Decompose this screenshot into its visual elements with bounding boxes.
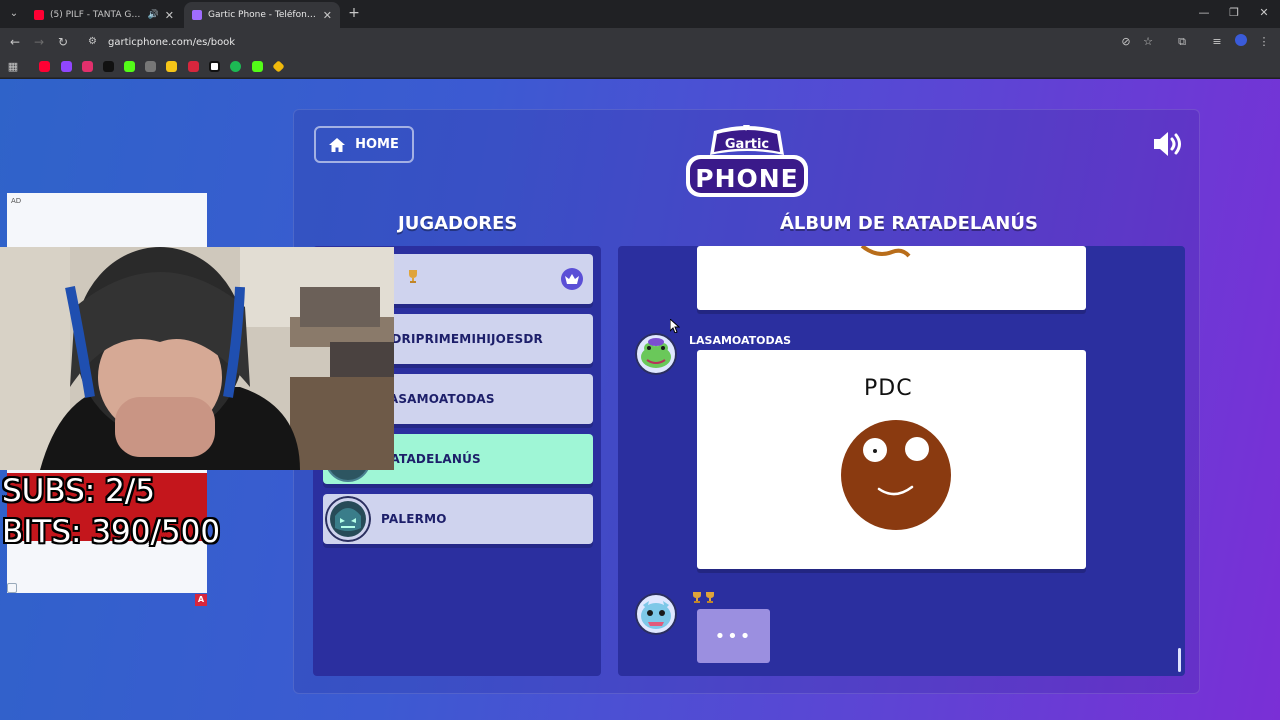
close-tab-icon[interactable]: ✕ xyxy=(323,9,332,22)
new-tab-button[interactable]: + xyxy=(346,5,362,21)
media-controls-icon[interactable]: ≡ xyxy=(1209,34,1225,50)
previous-drawing xyxy=(860,246,911,258)
close-window-icon[interactable]: ✕ xyxy=(1256,5,1272,21)
binance-bookmark-icon[interactable] xyxy=(272,60,285,73)
speaker-icon[interactable]: 🔊 xyxy=(148,10,159,20)
home-button[interactable]: HOME xyxy=(314,126,414,163)
gartic-favicon-icon xyxy=(192,10,202,20)
gartic-phone-logo: Gartic PHONE xyxy=(686,125,808,197)
bits-counter: BITS: 390/500 xyxy=(2,514,221,550)
previous-drawing-card xyxy=(697,246,1086,310)
gartic-page: HOME Gartic PHONE JUGADORES ÁLBUM DE RAT… xyxy=(0,79,1280,720)
record-bookmark-icon[interactable] xyxy=(209,61,220,72)
close-tab-icon[interactable]: ✕ xyxy=(165,9,174,22)
tab-title: (5) PILF - TANTA GIRA (Vide xyxy=(50,10,142,20)
youtube-bookmark-icon[interactable] xyxy=(39,61,50,72)
webcam-overlay xyxy=(0,247,394,470)
reload-icon[interactable]: ↻ xyxy=(55,34,71,50)
home-icon xyxy=(329,137,346,152)
typing-indicator: ••• xyxy=(697,609,770,663)
drawing-text: PDC xyxy=(864,376,913,401)
ghost-avatar-icon xyxy=(325,496,371,542)
back-icon[interactable]: ← xyxy=(7,34,23,50)
mouse-cursor-icon xyxy=(670,319,680,333)
bookmark-star-icon[interactable]: ☆ xyxy=(1140,34,1156,50)
player-name: RATADELANÚS xyxy=(381,452,481,466)
profile-avatar[interactable] xyxy=(1235,34,1247,46)
yeti-avatar-icon xyxy=(635,593,677,635)
restore-icon[interactable]: ❐ xyxy=(1226,5,1242,21)
browser-tabstrip: ⌄ (5) PILF - TANTA GIRA (Vide 🔊 ✕ Gartic… xyxy=(0,0,1280,28)
drawing-author-name: LASAMOATODAS xyxy=(689,334,792,347)
spotify-bookmark-icon[interactable] xyxy=(230,61,241,72)
ad-label: AD xyxy=(11,197,22,205)
eye-off-icon[interactable]: ⊘ xyxy=(1118,34,1134,50)
album-title: ÁLBUM DE RATADELANÚS xyxy=(780,213,1038,234)
bookmarks-bar: ▦ xyxy=(0,56,1280,78)
tab-title: Gartic Phone - Teléfono Descon xyxy=(208,10,317,20)
ad-choices-badge[interactable]: A xyxy=(195,594,207,606)
bolt-bookmark-icon[interactable] xyxy=(166,61,177,72)
subs-counter: SUBS: 2/5 xyxy=(2,473,155,509)
instagram-bookmark-icon[interactable] xyxy=(82,61,93,72)
extensions-icon[interactable]: ⧉ xyxy=(1174,34,1190,50)
trophy-icon xyxy=(409,270,417,283)
trophies-icon xyxy=(693,592,714,603)
player-name: LASAMOATODAS xyxy=(381,392,495,406)
player-name: ODRIPRIMEMIHIJOESDR xyxy=(381,332,543,346)
player-name: PALERMO xyxy=(381,512,447,526)
ad-info-icon[interactable] xyxy=(7,583,17,593)
home-label: HOME xyxy=(355,137,399,152)
kick-k-bookmark-icon[interactable] xyxy=(252,61,263,72)
tab-search-icon[interactable]: ⌄ xyxy=(6,6,22,22)
webcam-feed xyxy=(0,247,394,470)
players-title: JUGADORES xyxy=(398,213,518,234)
apps-grid-icon[interactable]: ▦ xyxy=(5,59,21,75)
svg-text:Gartic: Gartic xyxy=(725,137,769,152)
settings-bookmark-icon[interactable] xyxy=(145,61,156,72)
twitch-bookmark-icon[interactable] xyxy=(61,61,72,72)
red-bookmark-icon[interactable] xyxy=(188,61,199,72)
address-bar[interactable]: ⚙ garticphone.com/es/book xyxy=(80,31,1180,53)
album-scrollbar[interactable] xyxy=(1178,648,1181,672)
volume-icon[interactable] xyxy=(1152,131,1186,157)
youtube-icon xyxy=(34,10,44,20)
frog-avatar-icon xyxy=(635,333,677,375)
minimize-icon[interactable]: — xyxy=(1196,5,1212,21)
browser-toolbar: ← → ↻ ⚙ garticphone.com/es/book ⊘ ☆ ⧉ ≡ … xyxy=(0,28,1280,56)
svg-text:PHONE: PHONE xyxy=(695,164,799,193)
menu-kebab-icon[interactable]: ⋮ xyxy=(1256,34,1272,50)
browser-tab-youtube[interactable]: (5) PILF - TANTA GIRA (Vide 🔊 ✕ xyxy=(26,2,182,28)
tiktok-bookmark-icon[interactable] xyxy=(103,61,114,72)
site-settings-icon[interactable]: ⚙ xyxy=(88,36,100,48)
url-text[interactable]: garticphone.com/es/book xyxy=(108,37,235,48)
host-crown-icon xyxy=(561,268,583,290)
kick-bookmark-icon[interactable] xyxy=(124,61,135,72)
browser-tab-gartic[interactable]: Gartic Phone - Teléfono Descon ✕ xyxy=(184,2,340,28)
forward-icon[interactable]: → xyxy=(31,34,47,50)
player-row[interactable]: PALERMO xyxy=(323,494,593,544)
